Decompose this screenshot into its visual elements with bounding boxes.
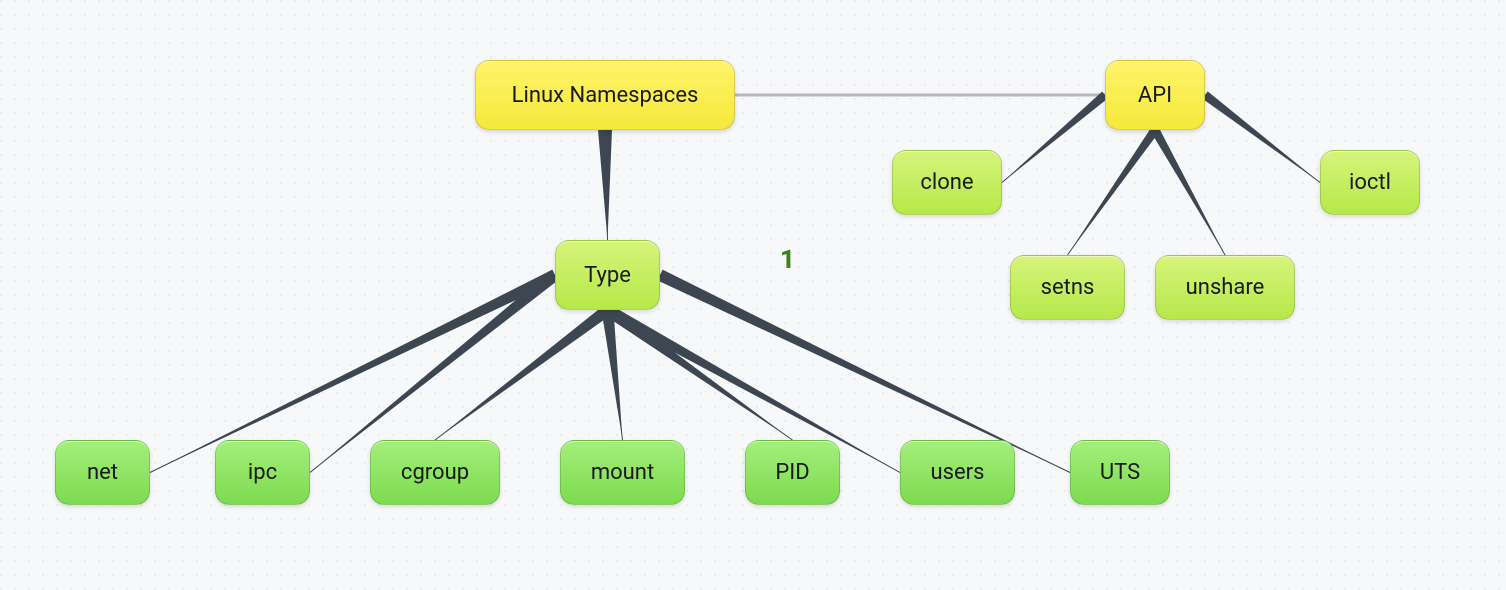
edge-type-pid <box>604 305 792 440</box>
node-label: setns <box>1041 275 1095 300</box>
node-setns[interactable]: setns <box>1010 255 1125 320</box>
annotation-text: 1 <box>780 245 795 275</box>
annotation-badge: 1 <box>780 245 795 275</box>
edge-type-mount <box>602 309 623 440</box>
node-label: ioctl <box>1349 170 1391 195</box>
node-label: API <box>1138 83 1172 108</box>
node-type[interactable]: Type <box>555 240 660 310</box>
node-label: mount <box>591 460 654 485</box>
node-api[interactable]: API <box>1105 60 1205 130</box>
node-ipc[interactable]: ipc <box>215 440 310 505</box>
node-label: PID <box>775 460 809 485</box>
node-uts[interactable]: UTS <box>1070 440 1170 505</box>
node-label: ipc <box>248 460 277 485</box>
node-label: clone <box>920 170 973 195</box>
edge-type-cgroup <box>435 305 611 440</box>
node-label: cgroup <box>401 460 469 485</box>
node-clone[interactable]: clone <box>892 150 1002 215</box>
node-label: Type <box>584 263 631 288</box>
mindmap-canvas: Linux Namespaces API Type clone ioctl se… <box>0 0 1506 590</box>
node-label: users <box>931 460 985 485</box>
edge-api-setns <box>1068 127 1159 255</box>
node-label: unshare <box>1186 275 1265 300</box>
node-pid[interactable]: PID <box>745 440 840 505</box>
node-label: UTS <box>1100 460 1140 485</box>
node-label: net <box>87 460 118 485</box>
node-mount[interactable]: mount <box>560 440 685 505</box>
node-unshare[interactable]: unshare <box>1155 255 1295 320</box>
edge-api-unshare <box>1151 128 1225 255</box>
node-net[interactable]: net <box>55 440 150 505</box>
node-linux-namespaces[interactable]: Linux Namespaces <box>475 60 735 130</box>
node-users[interactable]: users <box>900 440 1015 505</box>
edge-root-type <box>598 130 612 240</box>
node-label: Linux Namespaces <box>512 83 699 108</box>
edge-api-ioctl <box>1202 91 1320 182</box>
node-cgroup[interactable]: cgroup <box>370 440 500 505</box>
edge-api-clone <box>1002 92 1108 183</box>
edge-type-net <box>150 270 558 473</box>
node-ioctl[interactable]: ioctl <box>1320 150 1420 215</box>
